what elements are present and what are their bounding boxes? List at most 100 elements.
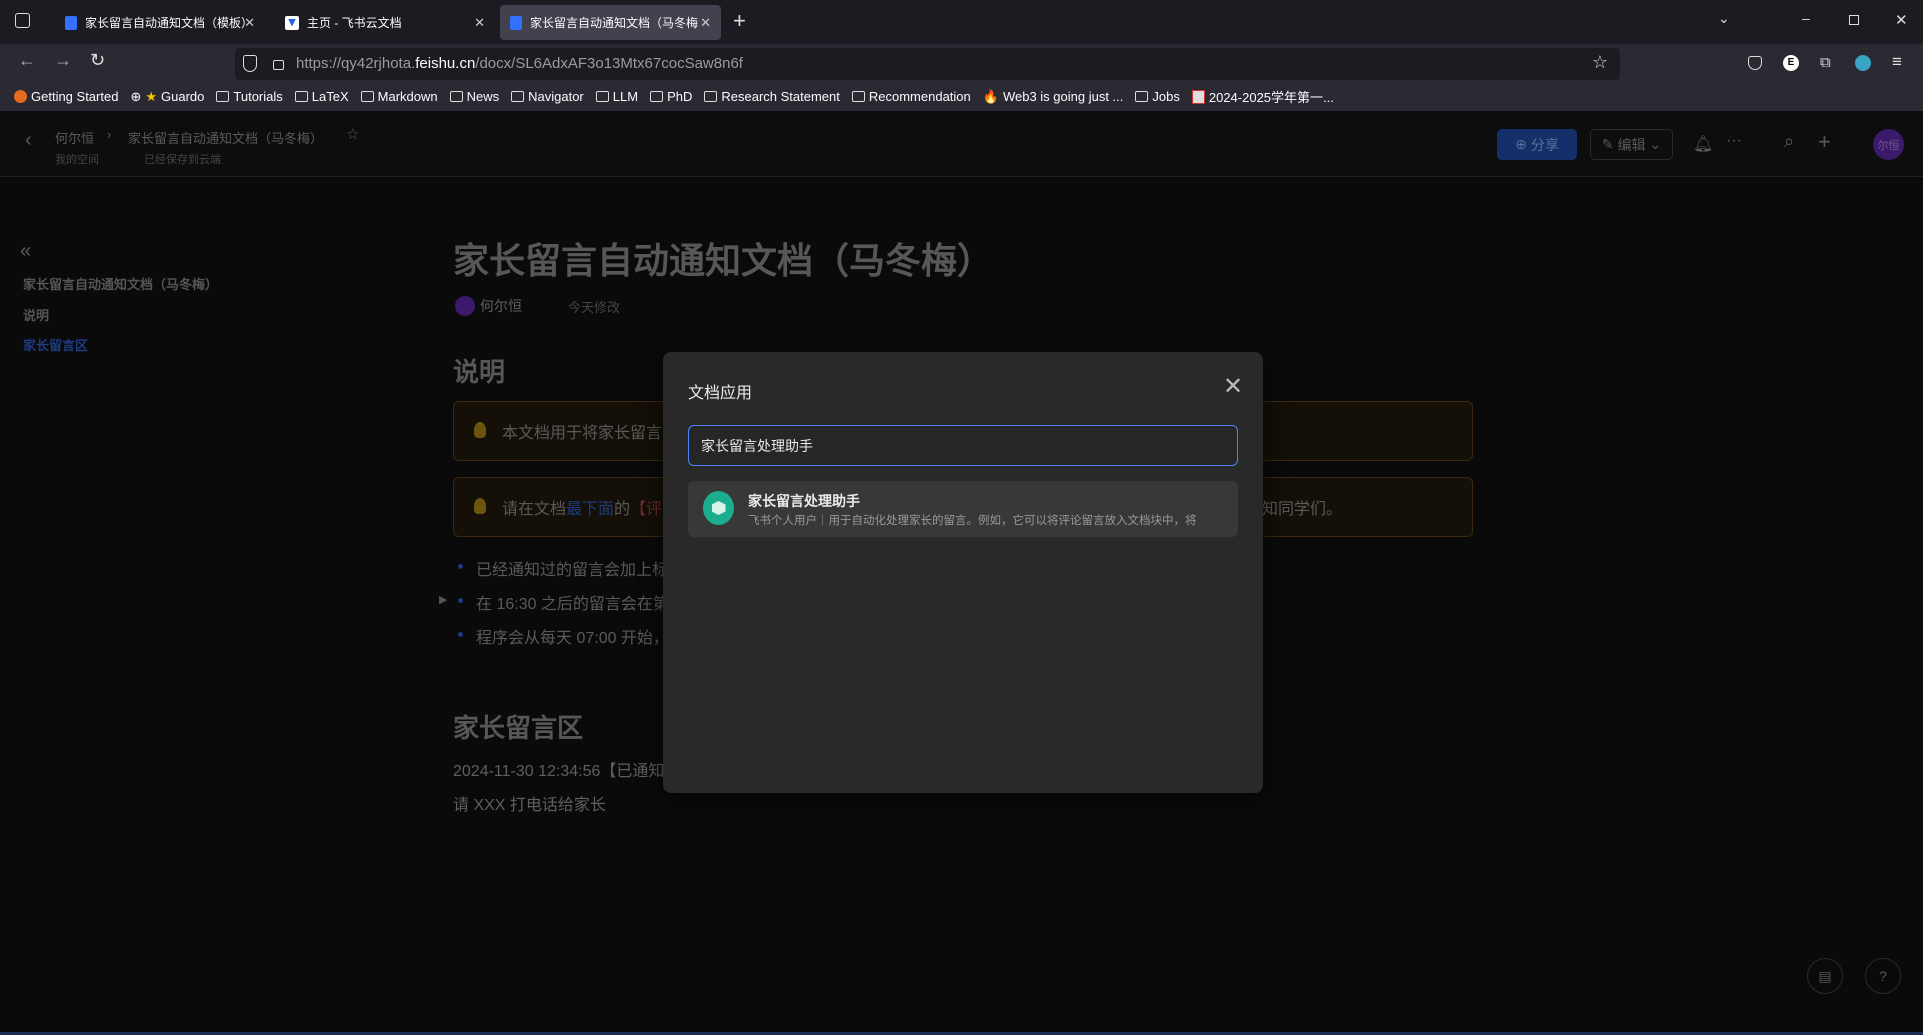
lightbulb-icon xyxy=(474,498,486,514)
doc-favicon-icon xyxy=(65,15,77,30)
browser-tab[interactable]: 家长留言自动通知文档（模板） ✕ xyxy=(55,5,265,40)
share-button[interactable]: ⊕ 分享 xyxy=(1497,129,1577,160)
bookmark-folder[interactable]: Recommendation xyxy=(851,89,971,104)
bookmark-folder[interactable]: Tutorials xyxy=(216,89,283,104)
bookmark-folder[interactable]: LLM xyxy=(595,89,638,104)
chevron-down-icon: ⌄ xyxy=(1649,136,1662,152)
restore-button[interactable] xyxy=(1849,15,1859,25)
outline-item[interactable]: 说明 xyxy=(23,305,49,324)
extension-e-icon[interactable]: E xyxy=(1783,55,1799,71)
help-button[interactable]: ? xyxy=(1865,958,1901,994)
edit-mode-button[interactable]: ✎ 编辑 ⌄ xyxy=(1590,129,1673,160)
browser-tab[interactable]: 主页 - 飞书云文档 ✕ xyxy=(275,5,495,40)
breadcrumb-doc[interactable]: 家长留言自动通知文档（马冬梅） xyxy=(128,128,323,147)
globe-icon: ⊕ xyxy=(1515,136,1527,152)
extensions-puzzle-icon[interactable]: ⧉ xyxy=(1820,54,1831,71)
save-status: 已经保存到云端 xyxy=(144,154,221,166)
doc-title[interactable]: 家长留言自动通知文档（马冬梅） xyxy=(453,232,993,284)
shield-icon[interactable] xyxy=(243,55,257,72)
folder-icon xyxy=(851,91,865,102)
bookmark-folder[interactable]: Research Statement xyxy=(704,89,840,104)
folder-icon xyxy=(595,91,609,102)
app-search-input[interactable] xyxy=(688,425,1238,466)
doc-apps-dialog: 文档应用 ✕ 家长留言处理助手 飞书个人用户｜用于自动化处理家长的留言。例如，它… xyxy=(663,352,1263,793)
profile-icon[interactable] xyxy=(1855,55,1871,71)
help-icon: ? xyxy=(1879,968,1887,984)
folder-icon xyxy=(449,91,463,102)
add-icon[interactable]: + xyxy=(1818,129,1831,155)
expand-triangle-icon[interactable]: ▶ xyxy=(439,593,447,606)
back-chevron-icon[interactable]: ‹ xyxy=(25,129,32,152)
bookmark-folder[interactable]: PhD xyxy=(650,89,692,104)
section-heading[interactable]: 说明 xyxy=(453,352,505,389)
author-name[interactable]: 何尔恒 xyxy=(480,296,522,316)
close-icon[interactable]: ✕ xyxy=(1223,372,1243,401)
avatar[interactable]: 尔恒 xyxy=(1873,129,1904,160)
tab-list-chevron-icon[interactable]: ⌄ xyxy=(1718,10,1730,27)
list-item[interactable]: 在 16:30 之后的留言会在第 xyxy=(458,590,669,614)
entry-line[interactable]: 2024-11-30 12:34:56【已通知 xyxy=(453,757,664,781)
collapse-outline-icon[interactable]: « xyxy=(20,240,31,263)
bookmark[interactable]: 🔥 Web3 is going just ... xyxy=(983,89,1124,105)
section-heading[interactable]: 家长留言区 xyxy=(453,708,583,745)
lock-icon[interactable] xyxy=(273,60,284,70)
reload-icon[interactable]: ↻ xyxy=(90,50,105,71)
bookmark[interactable]: Getting Started xyxy=(14,89,118,104)
doc-favicon-icon xyxy=(510,15,522,30)
close-tab-icon[interactable]: ✕ xyxy=(700,15,711,31)
breadcrumb-separator-icon: › xyxy=(107,127,112,142)
bookmark[interactable]: ⊕ ★ Guardo xyxy=(130,89,204,105)
doc-icon: ▤ xyxy=(1818,967,1832,984)
modified-time: 今天修改 xyxy=(568,300,621,315)
more-icon[interactable]: ··· xyxy=(1726,132,1742,150)
new-tab-button[interactable]: + xyxy=(733,8,746,34)
close-tab-icon[interactable]: ✕ xyxy=(474,15,485,31)
globe-icon: ⊕ xyxy=(130,88,142,104)
folder-icon xyxy=(650,91,664,102)
app-description: 飞书个人用户｜用于自动化处理家长的留言。例如，它可以将评论留言放入文档块中，将 xyxy=(748,515,1197,527)
bookmark-folder[interactable]: Markdown xyxy=(360,89,438,104)
pocket-icon[interactable] xyxy=(1748,56,1762,70)
bookmark-folder[interactable]: Jobs xyxy=(1135,89,1180,104)
minimize-button[interactable]: – xyxy=(1802,10,1810,26)
back-icon[interactable]: ← xyxy=(18,50,36,71)
tab-overview-icon[interactable] xyxy=(15,13,30,28)
outline-item[interactable]: 家长留言自动通知文档（马冬梅） xyxy=(23,274,218,293)
author-avatar xyxy=(455,296,475,316)
folder-icon xyxy=(294,91,308,102)
doc-info-button[interactable]: ▤ xyxy=(1807,958,1843,994)
bookmark[interactable]: 2024-2025学年第一... xyxy=(1191,87,1334,106)
browser-tab-active[interactable]: 家长留言自动通知文档（马冬梅 ✕ xyxy=(500,5,721,40)
pencil-icon: ✎ xyxy=(1601,136,1614,152)
folder-icon xyxy=(511,91,525,102)
app-cube-icon xyxy=(703,491,734,525)
search-icon[interactable]: ⌕ xyxy=(1784,131,1794,152)
list-item[interactable]: 程序会从每天 07:00 开始， xyxy=(458,624,669,648)
lightbulb-icon xyxy=(474,422,486,438)
url-text[interactable]: https://qy42rjhota.feishu.cn/docx/SL6Adx… xyxy=(296,55,743,72)
bookmark-star-icon[interactable]: ☆ xyxy=(1592,52,1608,73)
app-name: 家长留言处理助手 xyxy=(748,493,860,509)
firefox-icon xyxy=(14,90,27,103)
close-tab-icon[interactable]: ✕ xyxy=(244,15,255,31)
link-text[interactable]: 最下面 xyxy=(566,495,614,519)
app-result-item[interactable]: 家长留言处理助手 飞书个人用户｜用于自动化处理家长的留言。例如，它可以将评论留言… xyxy=(688,481,1238,537)
bookmarks-bar: Getting Started ⊕ ★ Guardo Tutorials LaTeX… xyxy=(0,82,1923,111)
feishu-favicon-icon xyxy=(285,15,299,30)
bookmark-folder[interactable]: News xyxy=(449,89,499,104)
favorite-star-icon[interactable]: ☆ xyxy=(346,125,359,143)
folder-icon xyxy=(360,91,374,102)
close-window-button[interactable]: ✕ xyxy=(1895,11,1908,29)
space-label[interactable]: 我的空间 xyxy=(55,151,99,167)
outline-item-active[interactable]: 家长留言区 xyxy=(23,335,88,354)
menu-icon[interactable]: ≡ xyxy=(1892,52,1902,72)
forward-icon[interactable]: → xyxy=(54,50,72,71)
entry-body[interactable]: 请 XXX 打电话给家长 xyxy=(453,791,606,815)
breadcrumb-owner[interactable]: 何尔恒 xyxy=(55,128,94,147)
list-item[interactable]: 已经通知过的留言会加上标 xyxy=(457,556,668,580)
bookmark-folder[interactable]: LaTeX xyxy=(294,89,349,104)
folder-icon xyxy=(704,91,718,102)
notification-bell-icon[interactable]: 🔔︎ xyxy=(1693,134,1713,154)
bookmark-folder[interactable]: Navigator xyxy=(511,89,584,104)
dialog-title: 文档应用 xyxy=(688,385,753,402)
